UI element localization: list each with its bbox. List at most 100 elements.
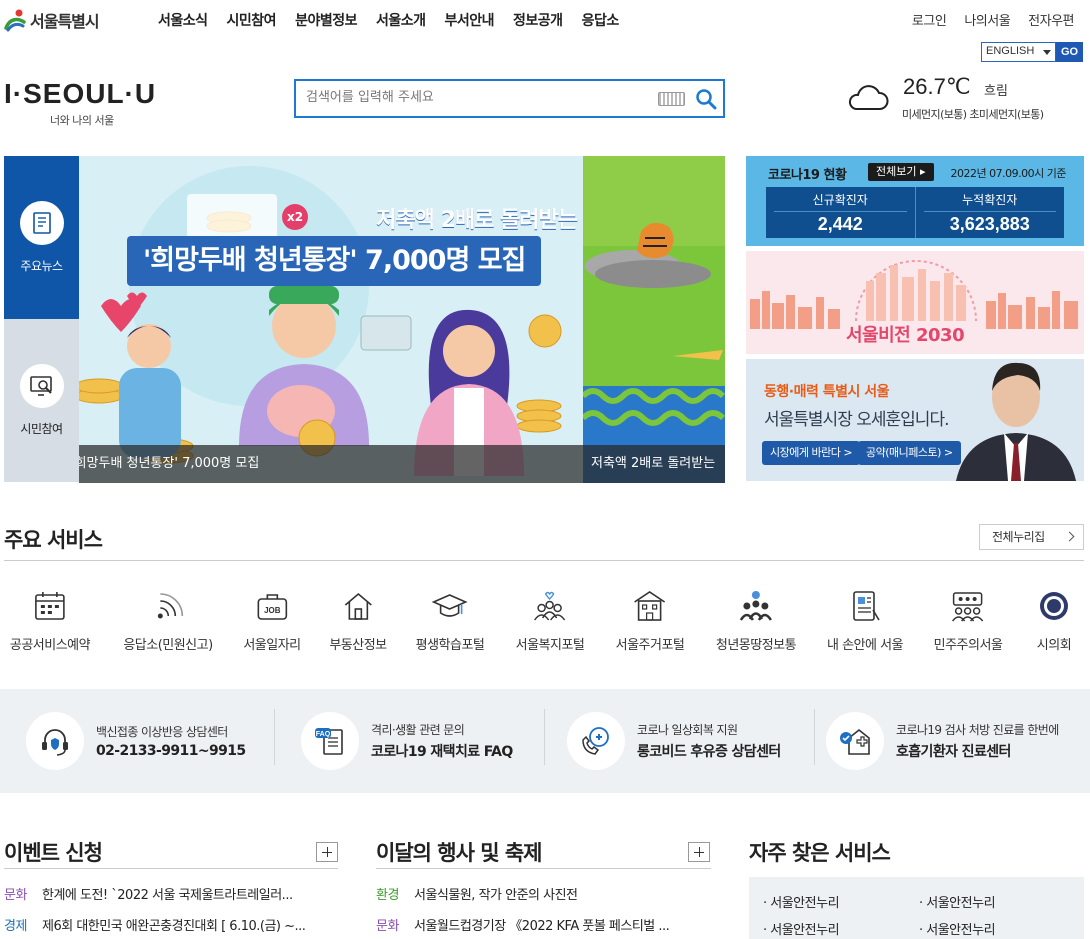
covid-date: 2022년 07.09.00시 기준 [950, 167, 1067, 180]
gnb-item-disclosure[interactable]: 정보공개 [513, 10, 563, 30]
frequent-service-link[interactable]: · 서울안전누리 [763, 919, 840, 938]
info-item-respiratory-clinic[interactable]: 코로나19 검사 처방 진료를 한번에 호흡기환자 진료센터 [826, 709, 1059, 773]
banner-headline: 저축액 2배로 돌려받는 [376, 208, 578, 233]
divider [274, 709, 275, 765]
vision-label: 서울비전 2030 [846, 325, 965, 346]
slide-caption-text: '희망두배 청년통장' 7,000명 모집 [79, 456, 260, 471]
people-heart-icon [534, 591, 566, 621]
covid-new-value: 2,442 [817, 214, 863, 234]
events-title: 이벤트 신청 [4, 841, 103, 865]
service-item[interactable]: 내 손안에 서울 [826, 588, 904, 653]
all-sites-button[interactable]: 전체누리집 [979, 524, 1084, 550]
info-line2: 02-2133-9911~9915 [96, 743, 246, 759]
festival-title: 서울식물원, 작가 안준의 사진전 [414, 888, 578, 903]
gnb-item-field-info[interactable]: 분야별정보 [295, 10, 357, 30]
service-item[interactable]: 응답소(민원신고) [123, 588, 213, 653]
seoul-vision-banner[interactable]: 서울비전 2030 [746, 251, 1084, 354]
covid-title: 코로나19 현황 [768, 168, 847, 183]
iseoulu-brand[interactable]: I·SEOUL·U 너와 나의 서울 [4, 78, 156, 128]
list-item[interactable]: 문화 한계에 도전! `2022 서울 국제울트라트레일러... [4, 884, 339, 903]
services-title: 주요 서비스 [4, 528, 103, 552]
seoul-emblem-icon [4, 8, 26, 32]
next-banner-slide[interactable]: 저축액 2배로 돌려받는 [583, 156, 725, 483]
tiger-landscape-illustration [583, 156, 725, 483]
gnb-item-participation[interactable]: 시민참여 [227, 10, 277, 30]
visual-side-tabs: 주요뉴스 시민참여 [4, 156, 93, 483]
brand-subtitle: 너와 나의 서울 [50, 114, 114, 127]
services-list: 공공서비스예약 응답소(민원신고) JOB 서울일자리 부동산정보 평생학습포털… [0, 588, 1090, 658]
brand-wordmark: I·SEOUL·U [4, 78, 157, 109]
logo-text: 서울특별시 [30, 12, 100, 31]
frequent-service-link[interactable]: · 서울안전누리 [763, 892, 840, 911]
divider [544, 709, 545, 765]
mayor-title: 서울특별시장 오세훈입니다. [764, 410, 949, 430]
email-link[interactable]: 전자우편 [1028, 10, 1074, 29]
service-item[interactable]: 청년몽땅정보통 [715, 588, 797, 653]
list-item[interactable]: 환경 서울식물원, 작가 안준의 사진전 [376, 884, 711, 903]
global-nav: 서울소식 시민참여 분야별정보 서울소개 부서안내 정보공개 응답소 [158, 10, 619, 30]
event-title: 제6회 대한민국 애완곤충경진대회 [ 6.10.(금) ~... [42, 919, 306, 934]
divider [4, 868, 338, 869]
gnb-item-news[interactable]: 서울소식 [158, 10, 208, 30]
temperature: 26.7℃ [903, 74, 971, 99]
service-item[interactable]: 서울주거포털 [616, 588, 685, 653]
service-item[interactable]: 시의회 [1036, 588, 1072, 653]
gnb-item-response[interactable]: 응답소 [582, 10, 620, 30]
language-select[interactable]: ENGLISH [981, 42, 1056, 62]
event-title: 한계에 도전! `2022 서울 국제울트라트레일러... [42, 888, 293, 903]
my-seoul-link[interactable]: 나의서울 [964, 10, 1010, 29]
festival-title: 서울월드컵경기장 《2022 KFA 풋볼 페스티벌 ... [414, 919, 670, 934]
list-item[interactable]: 경제 제6회 대한민국 애완곤충경진대회 [ 6.10.(금) ~... [4, 915, 339, 934]
gnb-item-about[interactable]: 서울소개 [376, 10, 426, 30]
main-banner-slide[interactable]: x2 저축액 2배로 돌려받는 '희망두배 청년통장' 7,000명 모집 '희… [79, 156, 583, 483]
tab-main-news[interactable]: 주요뉴스 [4, 156, 93, 319]
service-item[interactable]: 부동산정보 [329, 588, 387, 653]
info-line1: 백신접종 이상반응 상담센터 [96, 725, 228, 739]
tab-citizen-participation[interactable]: 시민참여 [4, 319, 79, 482]
utility-nav: 로그인 나의서울 전자우편 [912, 10, 1075, 29]
frequent-service-link[interactable]: · 서울안전누리 [919, 919, 996, 938]
service-label: 청년몽땅정보통 [715, 638, 797, 653]
service-label: 내 손안에 서울 [826, 638, 904, 653]
service-label: 부동산정보 [329, 638, 387, 653]
list-item[interactable]: 문화 서울월드컵경기장 《2022 KFA 풋볼 페스티벌 ... [376, 915, 711, 934]
people-meeting-icon [952, 592, 984, 622]
info-item-long-covid[interactable]: 코로나 일상회복 지원 롱코비드 후유증 상담센터 [567, 709, 781, 773]
ask-mayor-button[interactable]: 시장에게 바란다 > [762, 441, 861, 465]
event-category: 문화 [4, 888, 27, 903]
festivals-more-button[interactable] [688, 842, 710, 862]
events-more-button[interactable] [316, 842, 338, 862]
frequent-services-box: · 서울안전누리 · 서울안전누리 · 서울안전누리 · 서울안전누리 [749, 877, 1084, 939]
info-item-vaccine[interactable]: 백신접종 이상반응 상담센터 02-2133-9911~9915 [26, 709, 246, 773]
login-link[interactable]: 로그인 [912, 10, 947, 29]
keyboard-icon[interactable] [658, 92, 685, 106]
dust-status: 미세먼지(보통) 초미세먼지(보통) [902, 108, 1044, 121]
clinic-check-icon [826, 712, 884, 770]
gnb-item-departments[interactable]: 부서안내 [445, 10, 495, 30]
language-go-button[interactable]: GO [1056, 42, 1083, 62]
search-box [294, 79, 725, 118]
service-label: 민주주의서울 [933, 638, 1003, 653]
info-line1: 격리·생활 관련 문의 [371, 723, 465, 737]
covid-view-all-button[interactable]: 전체보기 ▸ [868, 163, 934, 181]
search-input[interactable] [306, 90, 646, 105]
banner-headline-main: '희망두배 청년통장' 7,000명 모집 [127, 236, 542, 286]
seoul-logo[interactable]: 서울특별시 [4, 8, 100, 32]
frequent-service-link[interactable]: · 서울안전누리 [919, 892, 996, 911]
service-item[interactable]: 평생학습포털 [416, 588, 485, 653]
info-item-faq[interactable]: FAQ 격리·생활 관련 문의 코로나19 재택치료 FAQ [301, 709, 513, 773]
service-item[interactable]: JOB 서울일자리 [243, 588, 301, 653]
service-item[interactable]: 서울복지포털 [516, 588, 585, 653]
covid-new-cases: 신규확진자 2,442 [766, 187, 916, 238]
brand-slogan: I·SEOUL·U [4, 78, 156, 110]
service-item[interactable]: 공공서비스예약 [10, 588, 91, 653]
service-label: 시의회 [1036, 638, 1072, 653]
tab-label: 주요뉴스 [20, 259, 63, 273]
slide-caption: 저축액 2배로 돌려받는 [583, 445, 725, 483]
covid-total-label: 누적확진자 [923, 191, 1056, 212]
phone-medical-icon [567, 712, 625, 770]
manifesto-button[interactable]: 공약(매니페스토) > [858, 441, 961, 465]
frequent-services-title: 자주 찾은 서비스 [749, 841, 891, 865]
service-item[interactable]: 민주주의서울 [934, 588, 1003, 653]
search-icon[interactable] [695, 88, 717, 110]
